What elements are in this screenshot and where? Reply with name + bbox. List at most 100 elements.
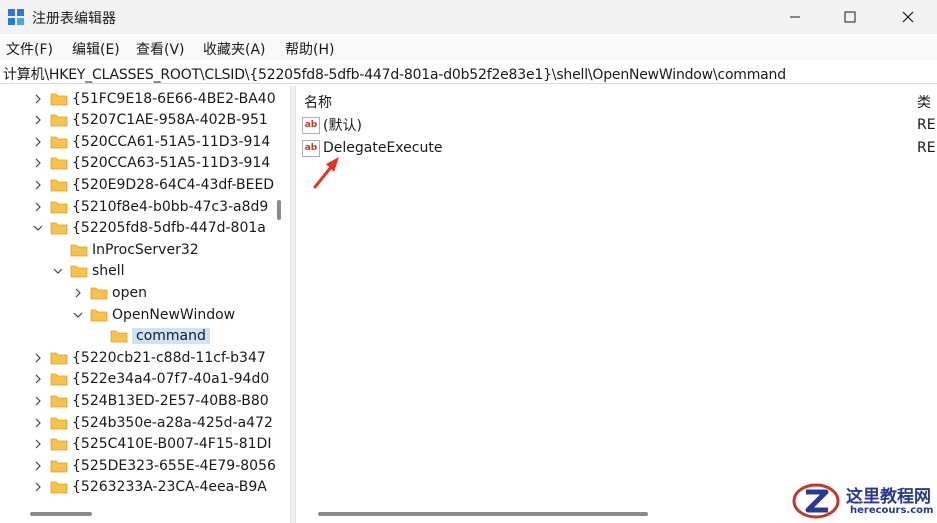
- tree-vertical-scrollbar[interactable]: [275, 86, 283, 523]
- tree-item[interactable]: shell: [52, 261, 125, 282]
- tree-scroll-thumb[interactable]: [277, 200, 281, 220]
- folder-icon: [50, 480, 68, 494]
- chevron-right-icon[interactable]: [72, 287, 84, 299]
- tree-item-label: {520CCA61-51A5-11D3-914: [72, 133, 271, 150]
- address-bar[interactable]: 计算机\HKEY_CLASSES_ROOT\CLSID\{52205fd8-5d…: [0, 62, 937, 84]
- folder-icon: [70, 264, 88, 278]
- folder-icon: [50, 92, 68, 106]
- tree-item[interactable]: OpenNewWindow: [72, 304, 235, 325]
- chevron-right-icon[interactable]: [32, 157, 44, 169]
- tree-item[interactable]: {522e34a4-07f7-40a1-94d0: [32, 369, 269, 390]
- folder-icon: [50, 178, 68, 192]
- tree-connector: [92, 330, 104, 342]
- string-value-icon: ab: [302, 116, 320, 134]
- column-header-name[interactable]: 名称: [304, 92, 332, 112]
- address-path[interactable]: 计算机\HKEY_CLASSES_ROOT\CLSID\{52205fd8-5d…: [3, 64, 786, 84]
- tree-horizontal-scroll-thumb[interactable]: [30, 512, 92, 516]
- value-type: RE: [917, 140, 936, 156]
- close-icon: [902, 11, 914, 23]
- tree-item-label: {524b350e-a28a-425d-a472: [72, 414, 273, 431]
- tree-item-label: {525DE323-655E-4E79-8056: [72, 457, 276, 474]
- tree-item[interactable]: {51FC9E18-6E66-4BE2-BA40: [32, 88, 276, 109]
- menu-help[interactable]: 帮助(H): [285, 39, 334, 59]
- chevron-right-icon[interactable]: [32, 438, 44, 450]
- value-row[interactable]: ab (默认): [302, 114, 362, 136]
- tree-item-label: {520E9D28-64C4-43df-BEED: [72, 176, 275, 193]
- chevron-right-icon[interactable]: [32, 481, 44, 493]
- folder-icon: [50, 394, 68, 408]
- folder-icon: [70, 243, 88, 257]
- tree-item-label: {52205fd8-5dfb-447d-801a: [72, 220, 266, 237]
- folder-icon: [50, 351, 68, 365]
- key-tree-pane[interactable]: {51FC9E18-6E66-4BE2-BA40 {5207C1AE-958A-4…: [0, 86, 290, 523]
- tree-item-label: {524B13ED-2E57-40B8-B80: [72, 392, 269, 409]
- tree-item-label: {5207C1AE-958A-402B-951: [72, 112, 268, 129]
- folder-icon: [50, 113, 68, 127]
- tree-item[interactable]: InProcServer32: [52, 239, 199, 260]
- minimize-button[interactable]: [772, 0, 818, 34]
- folder-icon: [50, 135, 68, 149]
- maximize-button[interactable]: [827, 0, 873, 34]
- folder-icon: [110, 329, 128, 343]
- chevron-right-icon[interactable]: [32, 460, 44, 472]
- tree-item-label: {5210f8e4-b0bb-47c3-a8d9: [72, 198, 269, 215]
- chevron-right-icon[interactable]: [32, 114, 44, 126]
- tree-item-label: OpenNewWindow: [112, 306, 236, 323]
- folder-icon: [50, 156, 68, 170]
- chevron-right-icon[interactable]: [32, 417, 44, 429]
- tree-item[interactable]: {5220cb21-c88d-11cf-b347: [32, 347, 266, 368]
- maximize-icon: [844, 11, 856, 23]
- tree-item[interactable]: {524B13ED-2E57-40B8-B80: [32, 390, 269, 411]
- chevron-down-icon[interactable]: [72, 309, 84, 321]
- tree-item[interactable]: {5263233A-23CA-4eea-B9A: [32, 477, 267, 498]
- menu-file[interactable]: 文件(F): [6, 39, 53, 59]
- tree-item[interactable]: {525C410E-B007-4F15-81DI: [32, 434, 271, 455]
- watermark: 这里教程网 herecours.com: [790, 480, 937, 523]
- tree-item[interactable]: {520CCA63-51A5-11D3-914: [32, 153, 270, 174]
- menu-view[interactable]: 查看(V): [136, 39, 185, 59]
- chevron-right-icon[interactable]: [32, 201, 44, 213]
- tree-item-label: open: [112, 284, 147, 301]
- tree-item[interactable]: open: [72, 282, 147, 303]
- tree-item-label: {520CCA63-51A5-11D3-914: [72, 155, 271, 172]
- tree-item[interactable]: {520E9D28-64C4-43df-BEED: [32, 174, 274, 195]
- values-horizontal-scroll-thumb[interactable]: [318, 512, 648, 516]
- tree-item-label: {51FC9E18-6E66-4BE2-BA40: [72, 90, 276, 107]
- title-bar: 注册表编辑器: [0, 0, 937, 34]
- menu-favorites[interactable]: 收藏夹(A): [203, 39, 266, 59]
- chevron-down-icon[interactable]: [32, 222, 44, 234]
- tree-item[interactable]: {524b350e-a28a-425d-a472: [32, 412, 273, 433]
- tree-item-label: {522e34a4-07f7-40a1-94d0: [72, 371, 270, 388]
- window-title: 注册表编辑器: [32, 11, 116, 27]
- tree-item[interactable]: {5210f8e4-b0bb-47c3-a8d9: [32, 196, 268, 217]
- folder-icon: [90, 286, 108, 300]
- chevron-right-icon[interactable]: [32, 179, 44, 191]
- values-pane[interactable]: 名称 类 ab (默认) RE ab DelegateExecute RE: [296, 86, 937, 523]
- chevron-right-icon[interactable]: [32, 93, 44, 105]
- tree-item[interactable]: {52205fd8-5dfb-447d-801a: [32, 218, 266, 239]
- tree-item-label: {525C410E-B007-4F15-81DI: [72, 436, 272, 453]
- watermark-title: 这里教程网: [846, 487, 931, 507]
- close-button[interactable]: [885, 0, 931, 34]
- tree-item[interactable]: {5207C1AE-958A-402B-951: [32, 110, 268, 131]
- folder-icon: [50, 459, 68, 473]
- tree-item[interactable]: command: [92, 326, 210, 347]
- tree-item[interactable]: {525DE323-655E-4E79-8056: [32, 455, 276, 476]
- menu-bar: 文件(F) 编辑(E) 查看(V) 收藏夹(A) 帮助(H): [0, 36, 937, 60]
- watermark-url: herecours.com: [850, 505, 934, 516]
- chevron-right-icon[interactable]: [32, 373, 44, 385]
- column-header-type[interactable]: 类: [917, 92, 931, 112]
- folder-icon: [50, 437, 68, 451]
- chevron-right-icon[interactable]: [32, 352, 44, 364]
- chevron-down-icon[interactable]: [52, 265, 64, 277]
- tree-item[interactable]: {520CCA61-51A5-11D3-914: [32, 131, 270, 152]
- value-type: RE: [917, 117, 936, 133]
- chevron-right-icon[interactable]: [32, 136, 44, 148]
- value-name: (默认): [323, 118, 362, 134]
- tree-item-label: {5263233A-23CA-4eea-B9A: [72, 479, 267, 496]
- minimize-icon: [790, 16, 800, 18]
- chevron-right-icon[interactable]: [32, 395, 44, 407]
- menu-edit[interactable]: 编辑(E): [72, 39, 120, 59]
- folder-icon: [50, 200, 68, 214]
- watermark-logo-icon: [792, 483, 840, 519]
